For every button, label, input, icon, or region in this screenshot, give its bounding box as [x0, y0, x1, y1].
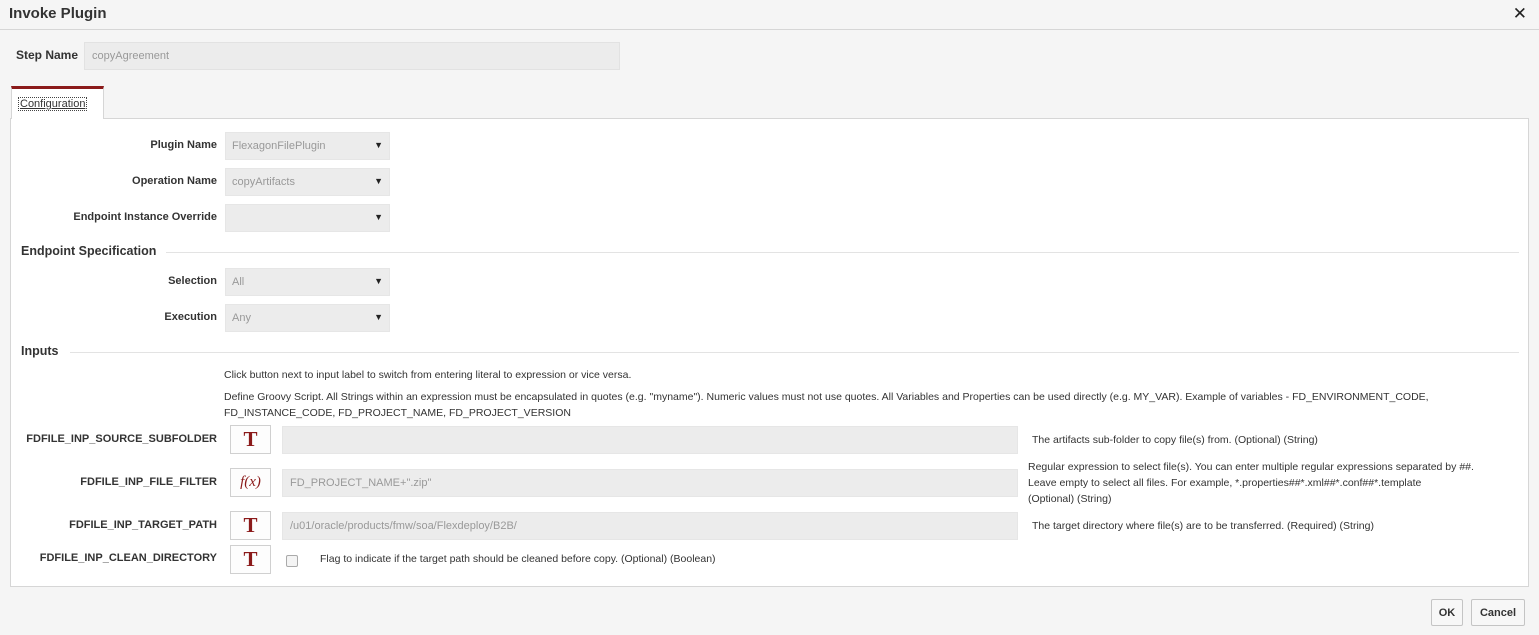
- execution-value: Any: [232, 312, 251, 324]
- plugin-name-label: Plugin Name: [150, 139, 217, 151]
- inputs-help-switch: Click button next to input label to swit…: [224, 369, 632, 381]
- literal-mode-button[interactable]: T: [230, 511, 271, 540]
- dropdown-caret-icon: ▼: [374, 276, 383, 286]
- clean-directory-checkbox[interactable]: [286, 555, 298, 567]
- selection-select[interactable]: All ▼: [225, 268, 390, 296]
- tab-configuration[interactable]: Configuration: [11, 86, 104, 119]
- selection-label: Selection: [168, 275, 217, 287]
- execution-select[interactable]: Any ▼: [225, 304, 390, 332]
- source-subfolder-label: FDFILE_INP_SOURCE_SUBFOLDER: [26, 433, 217, 445]
- endpoint-override-label: Endpoint Instance Override: [73, 211, 217, 223]
- section-divider: [166, 252, 1519, 253]
- dropdown-caret-icon: ▼: [374, 312, 383, 322]
- file-filter-value: FD_PROJECT_NAME+".zip": [290, 477, 432, 489]
- source-subfolder-input[interactable]: [282, 426, 1018, 454]
- close-icon[interactable]: ✕: [1513, 4, 1527, 24]
- cancel-button[interactable]: Cancel: [1471, 599, 1525, 626]
- expression-mode-button[interactable]: f(x): [230, 468, 271, 497]
- dropdown-caret-icon: ▼: [374, 176, 383, 186]
- inputs-help-groovy-2: FD_INSTANCE_CODE, FD_PROJECT_NAME, FD_PR…: [224, 407, 571, 419]
- dialog-title: Invoke Plugin: [9, 5, 107, 22]
- step-name-value: copyAgreement: [92, 50, 170, 62]
- file-filter-desc-1: Regular expression to select file(s). Yo…: [1028, 461, 1474, 473]
- tab-configuration-label: Configuration: [17, 97, 88, 111]
- file-filter-desc-2: Leave empty to select all files. For exa…: [1028, 477, 1422, 489]
- function-fx-icon: f(x): [240, 474, 261, 490]
- selection-value: All: [232, 276, 245, 288]
- target-path-input[interactable]: /u01/oracle/products/fmw/soa/Flexdeploy/…: [282, 512, 1018, 540]
- target-path-desc: The target directory where file(s) are t…: [1032, 520, 1374, 532]
- dialog-titlebar: Invoke Plugin ✕: [0, 0, 1539, 30]
- dropdown-caret-icon: ▼: [374, 212, 383, 222]
- inputs-heading: Inputs: [21, 344, 59, 358]
- dropdown-caret-icon: ▼: [374, 140, 383, 150]
- target-path-value: /u01/oracle/products/fmw/soa/Flexdeploy/…: [290, 520, 517, 532]
- ok-button[interactable]: OK: [1431, 599, 1463, 626]
- inputs-help-groovy-1: Define Groovy Script. All Strings within…: [224, 391, 1429, 403]
- step-name-input[interactable]: copyAgreement: [84, 42, 620, 70]
- section-divider: [70, 352, 1519, 353]
- clean-directory-label: FDFILE_INP_CLEAN_DIRECTORY: [39, 552, 217, 564]
- operation-name-select[interactable]: copyArtifacts ▼: [225, 168, 390, 196]
- literal-t-icon: T: [243, 547, 258, 571]
- step-name-label: Step Name: [16, 48, 79, 62]
- file-filter-desc-3: (Optional) (String): [1028, 493, 1112, 505]
- file-filter-input[interactable]: FD_PROJECT_NAME+".zip": [282, 469, 1018, 497]
- operation-name-label: Operation Name: [132, 175, 217, 187]
- target-path-label: FDFILE_INP_TARGET_PATH: [69, 519, 217, 531]
- literal-t-icon: T: [243, 513, 258, 537]
- endpoint-spec-heading: Endpoint Specification: [21, 244, 157, 258]
- literal-mode-button[interactable]: T: [230, 425, 271, 454]
- endpoint-override-select[interactable]: ▼: [225, 204, 390, 232]
- plugin-name-select[interactable]: FlexagonFilePlugin ▼: [225, 132, 390, 160]
- clean-directory-desc: Flag to indicate if the target path shou…: [320, 553, 716, 565]
- literal-t-icon: T: [243, 427, 258, 451]
- operation-name-value: copyArtifacts: [232, 176, 295, 188]
- execution-label: Execution: [164, 311, 217, 323]
- literal-mode-button[interactable]: T: [230, 545, 271, 574]
- file-filter-label: FDFILE_INP_FILE_FILTER: [80, 476, 217, 488]
- plugin-name-value: FlexagonFilePlugin: [232, 140, 326, 152]
- source-subfolder-desc: The artifacts sub-folder to copy file(s)…: [1032, 434, 1318, 446]
